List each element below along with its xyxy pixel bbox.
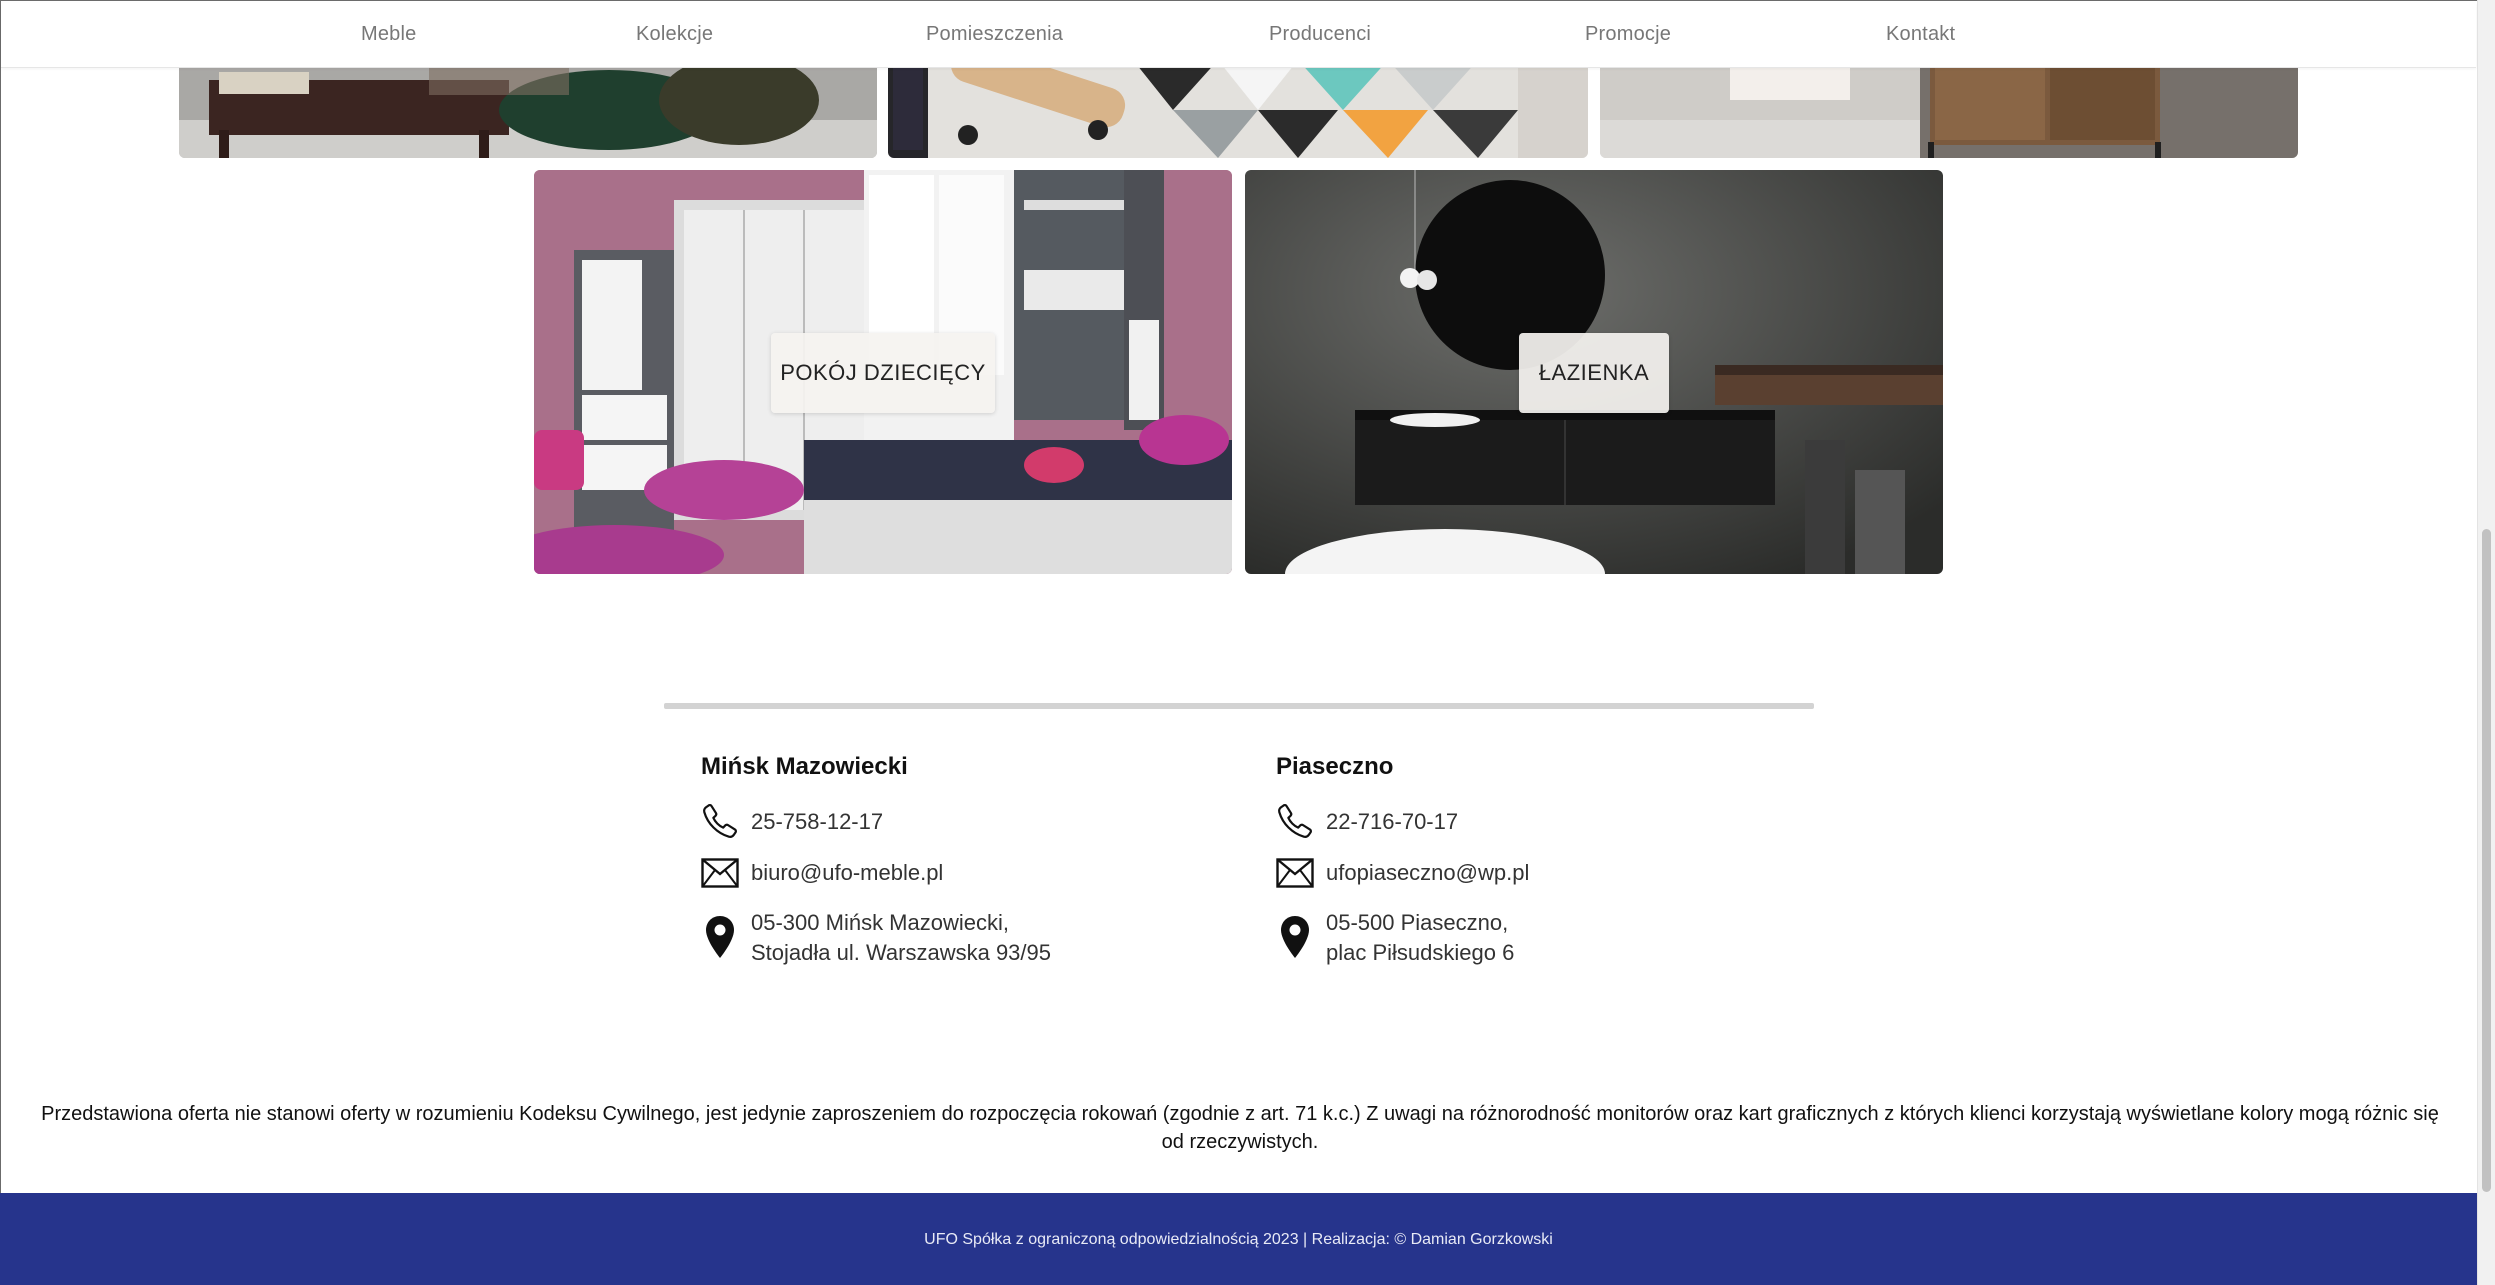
footer-divider	[664, 703, 1814, 709]
room-label-bathroom[interactable]: ŁAZIENKA	[1519, 333, 1669, 413]
envelope-icon	[701, 858, 739, 888]
scrollbar-thumb[interactable]	[2482, 529, 2491, 1192]
room-tile-youth-room[interactable]	[888, 60, 1588, 158]
legal-disclaimer: Przedstawiona oferta nie stanowi oferty …	[41, 1103, 2439, 1153]
map-pin-icon	[1281, 916, 1309, 958]
phone-icon	[1278, 803, 1313, 838]
nav-producenci[interactable]: Producenci	[1269, 23, 1371, 46]
nav-kolekcje[interactable]: Kolekcje	[636, 23, 713, 46]
room-tile-living-room[interactable]	[179, 60, 877, 158]
nav-pomieszczenia[interactable]: Pomieszczenia	[926, 23, 1063, 46]
phone-number-minsk[interactable]: 25-758-12-17	[751, 807, 883, 837]
envelope-icon	[1276, 858, 1314, 888]
nav-promocje[interactable]: Promocje	[1585, 23, 1671, 46]
branch-title-minsk: Mińsk Mazowiecki	[701, 753, 908, 780]
branch-title-piaseczno: Piaseczno	[1276, 753, 1394, 780]
room-tile-bathroom[interactable]: ŁAZIENKA	[1245, 170, 1943, 574]
nav-meble[interactable]: Meble	[361, 23, 416, 46]
room-tile-kids-room[interactable]: POKÓJ DZIECIĘCY	[534, 170, 1232, 574]
phone-number-piaseczno[interactable]: 22-716-70-17	[1326, 807, 1458, 837]
address-line2-minsk: Stojadła ul. Warszawska 93/95	[751, 940, 1051, 965]
dining-room-image	[1600, 60, 2298, 158]
address-line2-piaseczno: plac Piłsudskiego 6	[1326, 940, 1515, 965]
page-scrollbar[interactable]	[2477, 0, 2495, 1285]
footer-copyright: UFO Spółka z ograniczoną odpowiedzialnoś…	[924, 1231, 1553, 1248]
nav-kontakt[interactable]: Kontakt	[1886, 23, 1955, 46]
youth-room-image	[888, 60, 1588, 158]
email-piaseczno[interactable]: ufopiaseczno@wp.pl	[1326, 858, 1529, 888]
email-minsk[interactable]: biuro@ufo-meble.pl	[751, 858, 943, 888]
living-room-image	[179, 60, 877, 158]
map-pin-icon	[706, 916, 734, 958]
room-label-kids-room[interactable]: POKÓJ DZIECIĘCY	[771, 333, 995, 413]
address-line1-minsk: 05-300 Mińsk Mazowiecki,	[751, 910, 1009, 935]
phone-icon	[703, 803, 738, 838]
room-tile-dining-room[interactable]	[1600, 60, 2298, 158]
address-line1-piaseczno: 05-500 Piaseczno,	[1326, 910, 1509, 935]
top-navbar: Meble Kolekcje Pomieszczenia Producenci …	[1, 3, 2476, 68]
